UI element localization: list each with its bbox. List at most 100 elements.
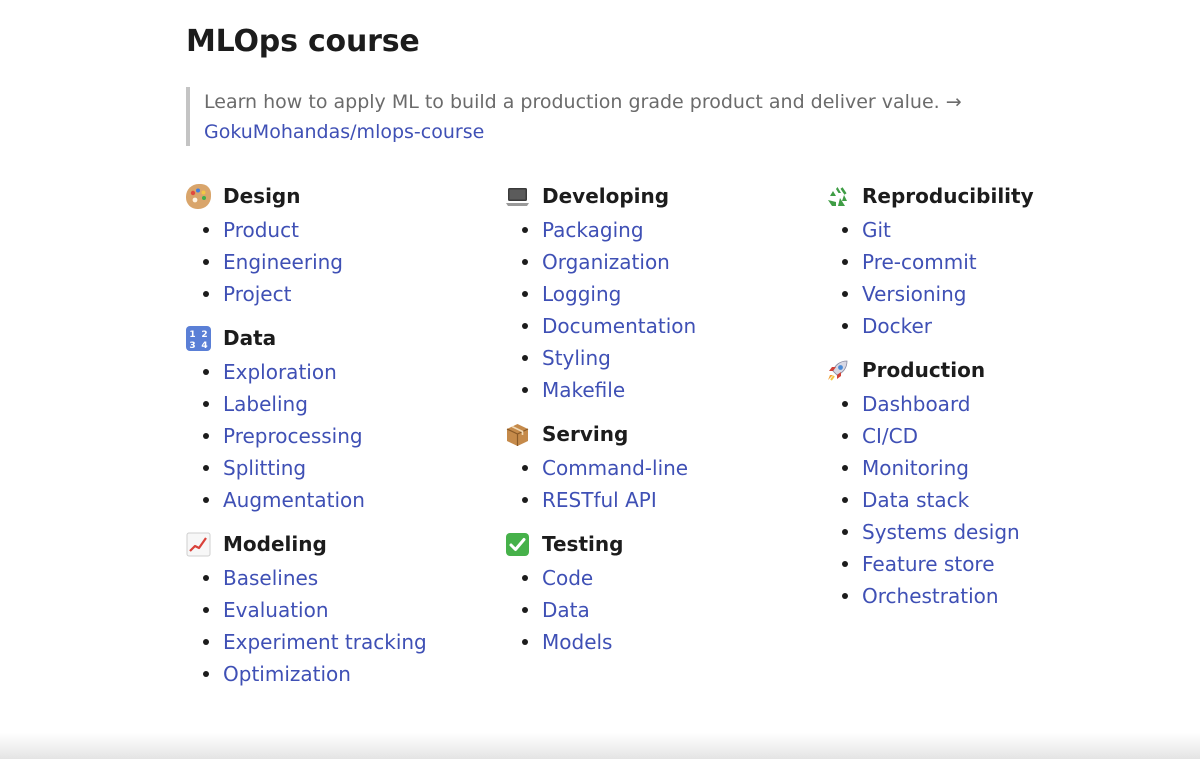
list-item: Orchestration [825,580,1125,612]
link-git[interactable]: Git [862,218,891,242]
link-product[interactable]: Product [223,218,299,242]
bullet [203,227,209,233]
link-versioning[interactable]: Versioning [862,282,966,306]
link-command-line[interactable]: Command-line [542,456,688,480]
repo-link[interactable]: GokuMohandas/mlops-course [204,117,986,147]
link-data-stack[interactable]: Data stack [862,488,969,512]
list-item: CI/CD [825,420,1125,452]
link-code[interactable]: Code [542,566,593,590]
link-docker[interactable]: Docker [862,314,932,338]
section-title: Reproducibility [862,184,1034,208]
section-data: 1 2 3 4 Data Exploration Labeling Prepro… [186,324,486,516]
link-ci-cd[interactable]: CI/CD [862,424,918,448]
link-systems-design[interactable]: Systems design [862,520,1020,544]
laptop-icon [505,184,530,209]
page-title: MLOps course [186,24,420,59]
list-item: Organization [505,246,805,278]
list-item: Command-line [505,452,805,484]
link-experiment-tracking[interactable]: Experiment tracking [223,630,427,654]
svg-text:2: 2 [201,330,207,340]
section-title: Data [223,326,277,350]
link-splitting[interactable]: Splitting [223,456,306,480]
item-list: Dashboard CI/CD Monitoring Data stack Sy… [825,388,1125,612]
link-project[interactable]: Project [223,282,291,306]
bullet [522,607,528,613]
section-header: Design [186,182,486,210]
link-models[interactable]: Models [542,630,612,654]
section-header: Reproducibility [825,182,1125,210]
list-item: Versioning [825,278,1125,310]
link-logging[interactable]: Logging [542,282,621,306]
bullet [842,401,848,407]
link-preprocessing[interactable]: Preprocessing [223,424,363,448]
item-list: Git Pre-commit Versioning Docker [825,214,1125,342]
package-icon [505,422,530,447]
bullet [842,227,848,233]
list-item: Packaging [505,214,805,246]
section-modeling: Modeling Baselines Evaluation Experiment… [186,530,486,690]
check-mark-button-icon [505,532,530,557]
link-organization[interactable]: Organization [542,250,670,274]
section-title: Serving [542,422,629,446]
bullet [522,323,528,329]
section-developing: Developing Packaging Organization Loggin… [505,182,805,406]
list-item: Makefile [505,374,805,406]
item-list: Product Engineering Project [186,214,486,310]
section-title: Developing [542,184,670,208]
link-exploration[interactable]: Exploration [223,360,337,384]
bullet [842,323,848,329]
svg-text:3: 3 [189,341,195,351]
link-pre-commit[interactable]: Pre-commit [862,250,977,274]
list-item: Data [505,594,805,626]
bullet [522,387,528,393]
intro-text: Learn how to apply ML to build a product… [204,91,962,113]
link-labeling[interactable]: Labeling [223,392,308,416]
link-data[interactable]: Data [542,598,590,622]
list-item: Augmentation [186,484,486,516]
section-testing: Testing Code Data Models [505,530,805,658]
link-packaging[interactable]: Packaging [542,218,644,242]
bullet [522,227,528,233]
section-header: 1 2 3 4 Data [186,324,486,352]
section-title: Modeling [223,532,327,556]
list-item: Dashboard [825,388,1125,420]
link-styling[interactable]: Styling [542,346,611,370]
link-optimization[interactable]: Optimization [223,662,351,686]
item-list: Exploration Labeling Preprocessing Split… [186,356,486,516]
link-makefile[interactable]: Makefile [542,378,625,402]
intro-blockquote: Learn how to apply ML to build a product… [186,87,986,146]
list-item: Systems design [825,516,1125,548]
bullet [842,529,848,535]
list-item: Preprocessing [186,420,486,452]
link-augmentation[interactable]: Augmentation [223,488,365,512]
link-restful-api[interactable]: RESTful API [542,488,657,512]
bullet [522,465,528,471]
link-baselines[interactable]: Baselines [223,566,318,590]
link-monitoring[interactable]: Monitoring [862,456,969,480]
link-documentation[interactable]: Documentation [542,314,696,338]
item-list: Command-line RESTful API [505,452,805,516]
section-serving: Serving Command-line RESTful API [505,420,805,516]
link-engineering[interactable]: Engineering [223,250,343,274]
item-list: Code Data Models [505,562,805,658]
link-feature-store[interactable]: Feature store [862,552,995,576]
bullet [203,575,209,581]
section-title: Testing [542,532,624,556]
link-evaluation[interactable]: Evaluation [223,598,329,622]
input-numbers-icon: 1 2 3 4 [186,325,211,351]
section-header: Serving [505,420,805,448]
bullet [203,259,209,265]
link-orchestration[interactable]: Orchestration [862,584,999,608]
link-dashboard[interactable]: Dashboard [862,392,971,416]
rocket-icon [825,358,850,383]
bullet [522,259,528,265]
section-production: Production Dashboard CI/CD Monitoring Da… [825,356,1125,612]
list-item: Splitting [186,452,486,484]
bullet [842,433,848,439]
list-item: Git [825,214,1125,246]
bullet [522,639,528,645]
list-item: Optimization [186,658,486,690]
bullet [842,497,848,503]
list-item: Logging [505,278,805,310]
svg-text:4: 4 [201,341,207,351]
